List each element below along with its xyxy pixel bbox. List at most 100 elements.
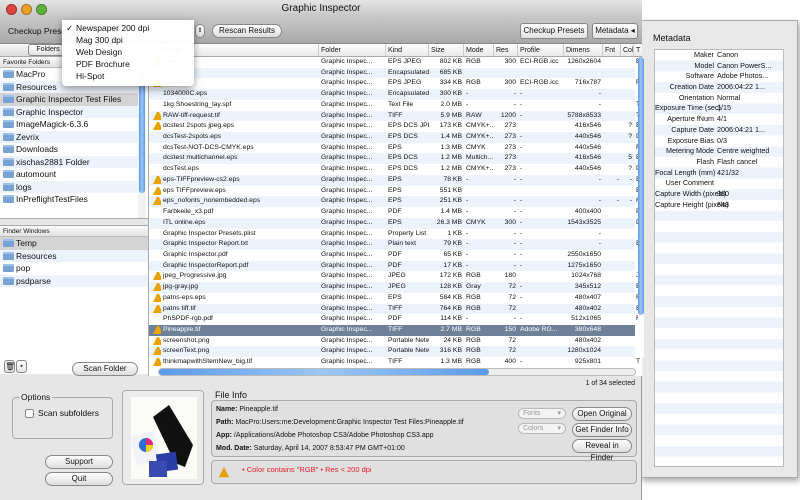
table-row[interactable]: Graphic Inspector.pdf Graphic Inspec... PD… bbox=[149, 250, 635, 261]
table-row[interactable]: ...epsGraphic Inspec...EPS JPEG802 KBRGB… bbox=[149, 57, 641, 68]
column-header[interactable]: T bbox=[634, 44, 642, 56]
table-row[interactable]: screenshot.png Graphic Inspec... Portable … bbox=[149, 336, 635, 347]
reveal-in-finder-button[interactable]: Reveal in Finder bbox=[572, 439, 632, 462]
folder-item[interactable]: InPreflightTestFiles bbox=[0, 193, 138, 206]
metadata-key: Maker bbox=[694, 50, 714, 59]
cell-dim bbox=[564, 68, 603, 79]
table-row[interactable]: eps-TIFFpreview-cs2.eps Graphic Inspec...… bbox=[149, 174, 641, 186]
folder-item[interactable]: xischas2881 Folder bbox=[0, 155, 138, 168]
split-handle[interactable] bbox=[0, 218, 148, 226]
menu-item[interactable]: PDF Brochure bbox=[62, 58, 194, 70]
table-row[interactable]: patns tiff.tif Graphic Inspec... TIFF 764 K… bbox=[149, 303, 641, 315]
table-row[interactable]: screenText.png Graphic Inspec... Portable … bbox=[149, 346, 635, 358]
rescan-results-button[interactable]: Rescan Results bbox=[212, 24, 282, 38]
quit-button[interactable]: Quit bbox=[45, 472, 113, 486]
fonts-popup[interactable]: Fonts ▾ bbox=[518, 408, 566, 419]
metadata-key: Capture Height (pixels) bbox=[655, 199, 729, 209]
metadata-key: Orientation bbox=[678, 92, 714, 102]
table-row[interactable]: jpg-gray.jpg Graphic Inspec... JPEG 128 KB G… bbox=[149, 282, 641, 293]
folder-item[interactable]: psdparse bbox=[0, 274, 148, 287]
folder-item[interactable]: logs bbox=[0, 180, 138, 193]
metadata-key: Exposure Time (sec) bbox=[655, 103, 721, 113]
get-finder-info-button[interactable]: Get Finder Info bbox=[572, 423, 632, 437]
menu-item[interactable]: Mag 300 dpi bbox=[62, 34, 194, 46]
table-row[interactable]: dcsTest.eps Graphic Inspec... EPS DCS 1.2 M… bbox=[149, 164, 641, 175]
trash-icon[interactable]: 🗑 bbox=[4, 360, 15, 373]
column-header[interactable]: Mode bbox=[464, 44, 494, 56]
table-row[interactable]: eps TIFFpreview.eps Graphic Inspec... EPS 5… bbox=[149, 186, 641, 197]
column-header[interactable]: Profile bbox=[518, 44, 564, 56]
cell-dim: 440x546 bbox=[574, 133, 601, 141]
cell-dim bbox=[564, 186, 603, 197]
colors-popup[interactable]: Colors ▾ bbox=[518, 423, 566, 434]
folder-label: Zevrix bbox=[16, 131, 40, 142]
scan-folder-button[interactable]: Scan Folder bbox=[72, 362, 138, 376]
table-row[interactable]: PhSPDF-rgb.pdf Graphic Inspec... PDF 114 KB… bbox=[149, 314, 640, 325]
table-row[interactable]: eps_nofonts_nonembedded.eps Graphic Inspe… bbox=[149, 196, 640, 208]
cell-res: 400 bbox=[504, 358, 516, 366]
table-row[interactable]: patns-eps.eps Graphic Inspec... EPS 584 KB R… bbox=[149, 293, 640, 304]
table-row[interactable]: Graphic Inspector Presets.plist Graphic I… bbox=[149, 229, 635, 240]
folder-item[interactable]: ImageMagick-6.3.6 bbox=[0, 118, 138, 131]
close-button[interactable] bbox=[6, 4, 17, 15]
open-original-button[interactable]: Open Original bbox=[572, 407, 632, 421]
cell-profile: - bbox=[520, 100, 523, 108]
minimize-button[interactable] bbox=[21, 4, 32, 15]
table-row[interactable]: Graphic InspectorReport.pdf Graphic Inspe… bbox=[149, 260, 635, 272]
folder-item[interactable]: Resources bbox=[0, 249, 148, 262]
column-header[interactable]: Size bbox=[429, 44, 464, 56]
folder-item[interactable]: pop bbox=[0, 262, 148, 275]
table-row[interactable]: ...test.epsGraphic Inspec...EPS JPEG334 … bbox=[149, 78, 640, 89]
table-row[interactable]: 1034000C.eps Graphic Inspec... Encapsulate… bbox=[149, 89, 635, 100]
folder-item[interactable]: Downloads bbox=[0, 143, 138, 156]
scan-subfolders-checkbox[interactable] bbox=[25, 409, 34, 418]
cell-col bbox=[621, 89, 634, 100]
folder-item[interactable]: Zevrix bbox=[0, 130, 138, 143]
table-row[interactable]: dcsTest-2spots.eps Graphic Inspec... EPS D… bbox=[149, 132, 641, 143]
table-row[interactable]: dcstest 2spots jpeg.eps Graphic Inspec...… bbox=[149, 121, 641, 132]
cell-size: 300 KB bbox=[439, 90, 462, 98]
cell-kind: PDF bbox=[388, 208, 402, 216]
menu-item[interactable]: Hi-Spot bbox=[62, 70, 194, 82]
column-header[interactable]: Col bbox=[621, 44, 634, 56]
table-row[interactable]: Farbkeile_x3.pdf Graphic Inspec... PDF 1.4 … bbox=[149, 207, 641, 218]
column-header[interactable]: Dimens bbox=[564, 44, 603, 56]
folder-item[interactable]: automount bbox=[0, 168, 138, 181]
cell-profile: - bbox=[520, 283, 523, 291]
file-name: Pineapple.tif bbox=[239, 406, 278, 413]
column-header[interactable]: Res bbox=[494, 44, 518, 56]
folder-action-icon[interactable]: ▪ bbox=[16, 360, 27, 373]
folder-label: psdparse bbox=[16, 275, 51, 286]
table-row[interactable]: jpeg_Progressive.jpg Graphic Inspec... JPE… bbox=[149, 271, 639, 282]
cell-col bbox=[621, 186, 634, 197]
table-row[interactable]: Graphic Inspec... Encapsulated P... 685 KB bbox=[149, 67, 635, 79]
folder-item[interactable]: Graphic Inspector Test Files bbox=[0, 93, 138, 106]
favorites-scrollbar[interactable] bbox=[138, 68, 146, 218]
column-header[interactable]: Kind bbox=[386, 44, 429, 56]
table-row[interactable]: Pineapple.tif Graphic Inspec... TIFF 2.7 MB… bbox=[149, 324, 640, 336]
metadata-button[interactable]: Metadata ◂ bbox=[592, 23, 638, 39]
checkup-presets-button[interactable]: Checkup Presets bbox=[520, 23, 588, 39]
cell-folder: Graphic Inspec... bbox=[321, 261, 373, 269]
table-row[interactable]: ITL online.eps Graphic Inspec... EPS 26.3 M… bbox=[149, 217, 641, 229]
zoom-button[interactable] bbox=[36, 4, 47, 15]
table-row[interactable]: Graphic Inspector Report.txt Graphic Insp… bbox=[149, 239, 641, 250]
folder-item[interactable]: Temp bbox=[0, 237, 148, 250]
table-row[interactable]: dcsTest-NOT-DCS-CMYK.eps Graphic Inspec..… bbox=[149, 143, 640, 154]
table-vertical-scrollbar[interactable] bbox=[638, 57, 644, 357]
table-row[interactable]: RAW-tiff-request.tif Graphic Inspec... TIF… bbox=[149, 110, 640, 122]
support-button[interactable]: Support bbox=[45, 455, 113, 469]
table-horizontal-scrollbar[interactable] bbox=[158, 368, 636, 376]
column-header[interactable]: Fnt bbox=[603, 44, 621, 56]
menu-item[interactable]: Web Design bbox=[62, 46, 194, 58]
metadata-row: Orientation Normal bbox=[655, 93, 783, 104]
preset-popup-arrows[interactable]: ⇕ bbox=[195, 24, 205, 38]
folder-item[interactable]: Graphic Inspector bbox=[0, 105, 138, 118]
table-row[interactable]: thinkmapwithStemNew_big.tif Graphic Inspe… bbox=[149, 357, 640, 368]
table-row[interactable]: dcstest multichannel.eps Graphic Inspec..… bbox=[149, 153, 641, 165]
cell-dim: 1024x768 bbox=[571, 272, 601, 280]
column-header[interactable]: Folder bbox=[319, 44, 386, 56]
table-row[interactable]: 1kg Shoestring_lay.spf Graphic Inspec... T… bbox=[149, 100, 640, 111]
menu-item[interactable]: ✓ Newspaper 200 dpi bbox=[62, 22, 194, 34]
cell-res: 300 bbox=[504, 79, 516, 87]
